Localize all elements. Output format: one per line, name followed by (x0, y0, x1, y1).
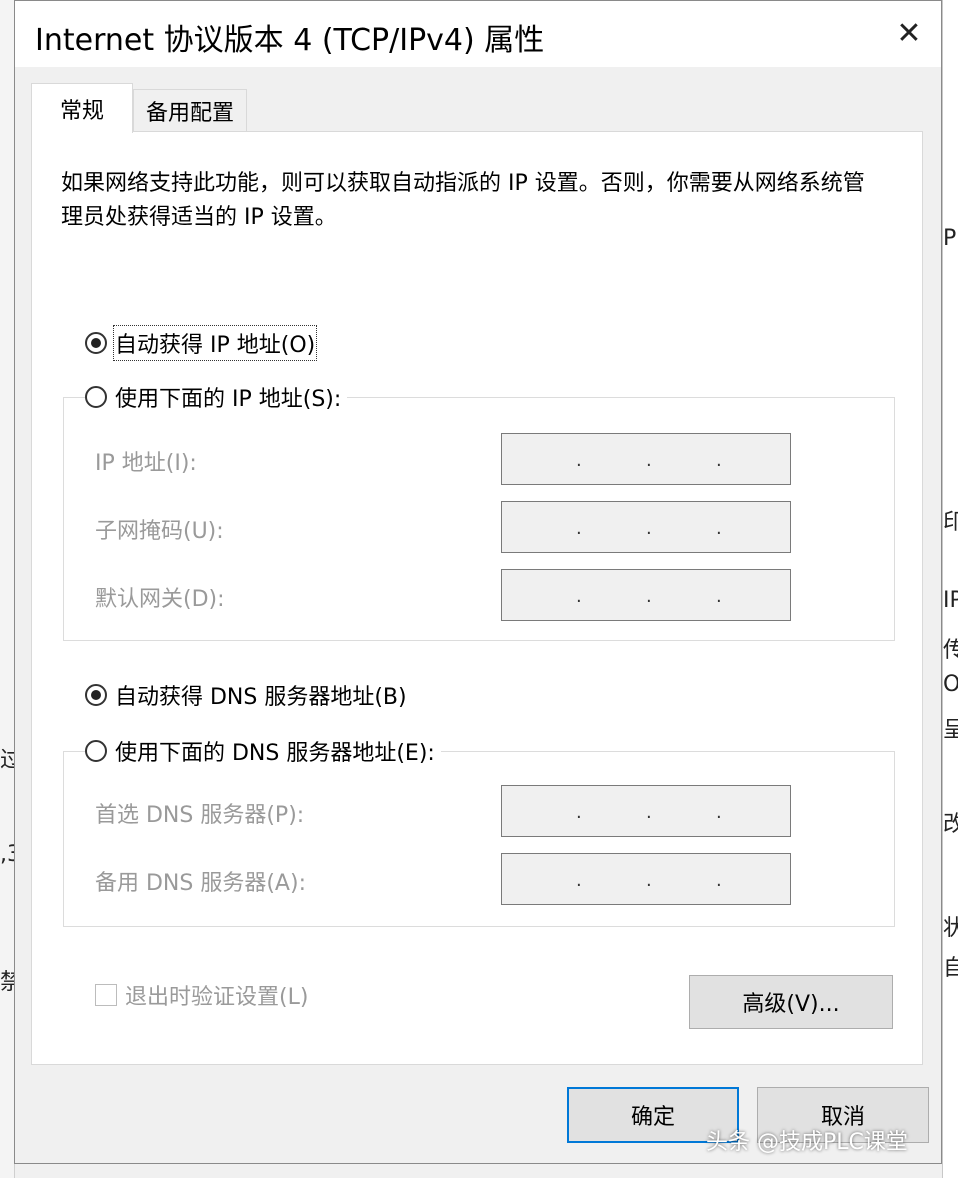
background-window-right: P 印 IP 传 OC 呈 改 状 自 (942, 0, 958, 1178)
close-icon: ✕ (896, 15, 922, 51)
tab-general[interactable]: 常规 (31, 83, 133, 133)
close-button[interactable]: ✕ (877, 1, 941, 65)
advanced-button-label: 高级(V)... (742, 992, 840, 1017)
dialog-title: Internet 协议版本 4 (TCP/IPv4) 属性 (35, 23, 545, 58)
radio-manual-ip-button[interactable] (85, 386, 107, 408)
default-gateway-input[interactable]: . . . (501, 569, 791, 621)
validate-settings-checkbox[interactable]: 退出时验证设置(L) (95, 979, 308, 1011)
tab-alternate-label: 备用配置 (145, 100, 234, 126)
background-text: IP (943, 588, 958, 613)
ip-address-input[interactable]: . . . (501, 433, 791, 485)
background-window-left: 过 ,3 禁 (0, 0, 15, 1178)
validate-settings-label: 退出时验证设置(L) (125, 985, 309, 1010)
ip-address-label: IP 地址(I): (95, 451, 197, 476)
background-text: ,3 (0, 842, 14, 867)
radio-manual-ip-label: 使用下面的 IP 地址(S): (115, 387, 342, 412)
background-text: 状 (943, 916, 958, 941)
radio-manual-dns-button[interactable] (85, 740, 107, 762)
ip-separator: . (716, 518, 722, 539)
ip-separator: . (576, 518, 582, 539)
watermark: 头条 @技成PLC课堂 (706, 1130, 908, 1155)
background-text: 改 (943, 812, 958, 837)
preferred-dns-input[interactable]: . . . (501, 785, 791, 837)
ip-separator: . (576, 586, 582, 607)
ip-separator: . (646, 870, 652, 891)
advanced-button[interactable]: 高级(V)... (689, 975, 893, 1029)
tcpip-properties-dialog: Internet 协议版本 4 (TCP/IPv4) 属性 ✕ 常规 备用配置 … (14, 0, 942, 1164)
subnet-mask-input[interactable]: . . . (501, 501, 791, 553)
ip-separator: . (646, 518, 652, 539)
ip-separator: . (646, 450, 652, 471)
background-text: 印 (943, 510, 958, 535)
radio-auto-dns[interactable]: 自动获得 DNS 服务器地址(B) (85, 679, 413, 711)
ip-separator: . (716, 586, 722, 607)
tab-general-label: 常规 (59, 98, 104, 124)
description-text: 如果网络支持此功能，则可以获取自动指派的 IP 设置。否则，你需要从网络系统管理… (61, 171, 865, 230)
ip-separator: . (646, 586, 652, 607)
background-text: 传 (943, 638, 958, 663)
ip-separator: . (576, 870, 582, 891)
tab-alternate-configuration[interactable]: 备用配置 (133, 89, 247, 131)
background-text: 呈 (943, 718, 958, 743)
ip-separator: . (716, 802, 722, 823)
radio-auto-dns-button[interactable] (85, 684, 107, 706)
radio-auto-ip[interactable]: 自动获得 IP 地址(O) (85, 325, 322, 361)
radio-auto-ip-button[interactable] (85, 332, 107, 354)
background-text: 禁 (0, 970, 14, 995)
radio-auto-dns-label: 自动获得 DNS 服务器地址(B) (115, 685, 407, 710)
ip-separator: . (576, 802, 582, 823)
subnet-mask-label: 子网掩码(U): (95, 519, 224, 544)
validate-settings-checkbox-box[interactable] (95, 984, 117, 1006)
default-gateway-label: 默认网关(D): (95, 587, 225, 612)
background-text: 过 (0, 748, 14, 773)
preferred-dns-label: 首选 DNS 服务器(P): (95, 803, 305, 828)
background-text: P (943, 226, 957, 251)
alternate-dns-input[interactable]: . . . (501, 853, 791, 905)
title-bar[interactable]: Internet 协议版本 4 (TCP/IPv4) 属性 ✕ (15, 1, 941, 67)
radio-auto-ip-label: 自动获得 IP 地址(O) (112, 325, 318, 361)
radio-manual-dns[interactable]: 使用下面的 DNS 服务器地址(E): (85, 735, 441, 767)
alternate-dns-label: 备用 DNS 服务器(A): (95, 871, 306, 896)
background-text: OC (943, 672, 958, 697)
ip-separator: . (716, 450, 722, 471)
radio-manual-ip[interactable]: 使用下面的 IP 地址(S): (85, 381, 348, 413)
ip-separator: . (716, 870, 722, 891)
ip-separator: . (576, 450, 582, 471)
radio-manual-dns-label: 使用下面的 DNS 服务器地址(E): (115, 741, 435, 766)
background-text: 自 (943, 956, 958, 981)
ok-button-label: 确定 (630, 1105, 675, 1130)
ip-separator: . (646, 802, 652, 823)
